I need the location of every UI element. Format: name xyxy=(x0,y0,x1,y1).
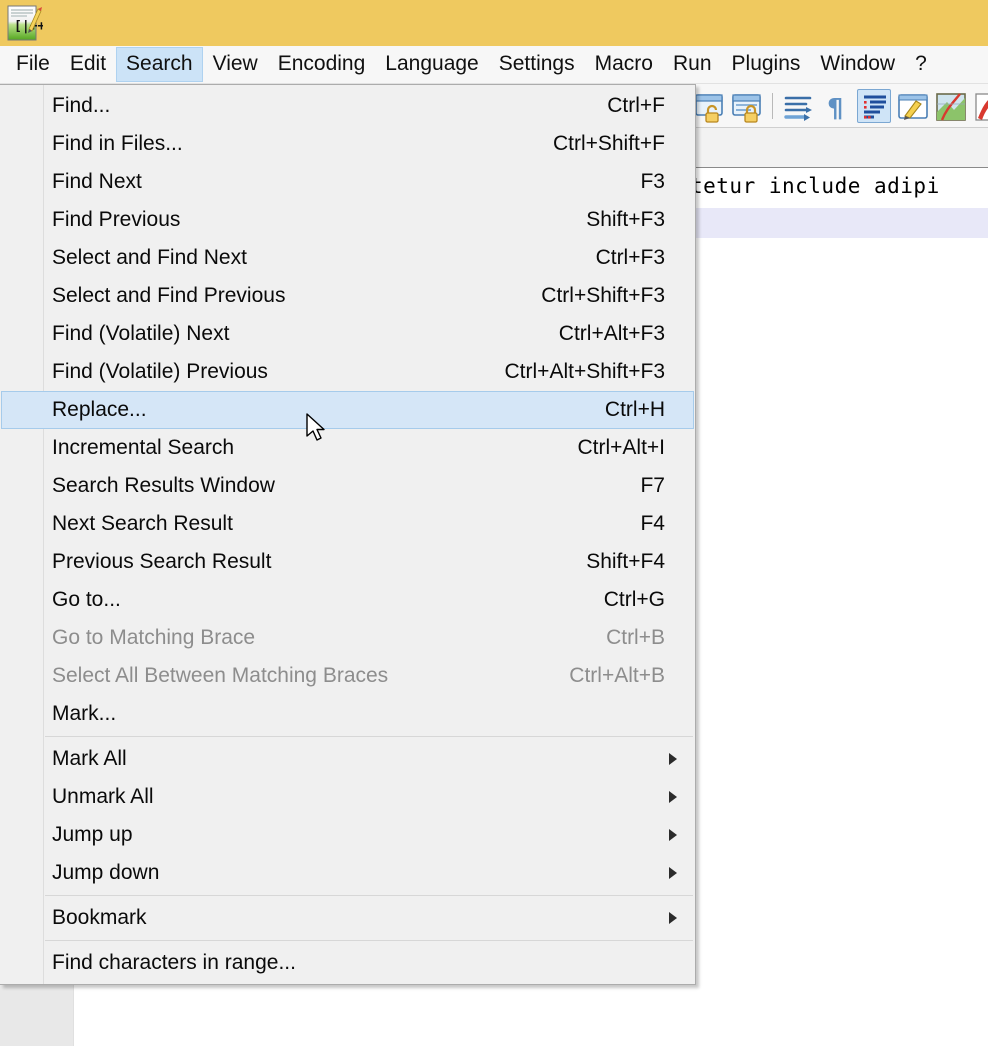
menu-item-label: Jump down xyxy=(52,861,160,884)
menu-item-shortcut: Shift+F4 xyxy=(586,550,665,573)
toolbar-icon-group: ¶ xyxy=(692,86,988,126)
word-wrap-icon[interactable] xyxy=(781,89,815,123)
menu-item-label: Search Results Window xyxy=(52,474,275,497)
menu-item-select-and-find-next[interactable]: Select and Find Next Ctrl+F3 xyxy=(1,239,694,277)
menu-separator xyxy=(45,895,693,896)
menubar-item-macro[interactable]: Macro xyxy=(585,47,663,82)
menu-item-label: Mark... xyxy=(52,702,117,725)
menu-separator xyxy=(45,736,693,737)
menu-item-shortcut: F7 xyxy=(640,474,665,497)
unlock-document-icon[interactable] xyxy=(692,89,726,123)
menu-item-shortcut: Ctrl+H xyxy=(604,398,665,421)
menubar-item-run[interactable]: Run xyxy=(663,47,722,82)
menu-item-shortcut: Ctrl+Shift+F3 xyxy=(541,284,665,307)
menubar-item-file[interactable]: File xyxy=(6,47,60,82)
menu-item-mark[interactable]: Mark... xyxy=(1,695,694,733)
menu-item-label: Mark All xyxy=(52,747,127,770)
menubar-item-search[interactable]: Search xyxy=(116,47,203,82)
menu-item-label: Replace... xyxy=(52,398,147,421)
menu-item-label: Select All Between Matching Braces xyxy=(52,664,389,687)
menu-bar: File Edit Search View Encoding Language Settin… xyxy=(0,46,988,84)
current-line-highlight xyxy=(690,208,988,238)
menu-item-shortcut: Ctrl+Alt+F3 xyxy=(558,322,665,345)
menu-item-search-results-window[interactable]: Search Results Window F7 xyxy=(1,467,694,505)
menu-item-mark-all[interactable]: Mark All xyxy=(1,740,694,778)
menu-item-incremental-search[interactable]: Incremental Search Ctrl+Alt+I xyxy=(1,429,694,467)
menu-item-shortcut: Shift+F3 xyxy=(586,208,665,231)
svg-text:¶: ¶ xyxy=(827,94,844,124)
submenu-arrow-icon xyxy=(669,912,677,924)
menu-item-label: Find... xyxy=(52,94,111,117)
menubar-item-encoding[interactable]: Encoding xyxy=(268,47,376,82)
menu-item-unmark-all[interactable]: Unmark All xyxy=(1,778,694,816)
menu-item-label: Previous Search Result xyxy=(52,550,272,573)
menu-item-go-to-matching-brace: Go to Matching Brace Ctrl+B xyxy=(1,619,694,657)
menu-item-jump-up[interactable]: Jump up xyxy=(1,816,694,854)
show-indent-guide-icon[interactable] xyxy=(857,89,891,123)
menu-item-label: Select and Find Previous xyxy=(52,284,286,307)
menu-item-find-in-files[interactable]: Find in Files... Ctrl+Shift+F xyxy=(1,125,694,163)
menu-item-shortcut: Ctrl+B xyxy=(606,626,665,649)
menu-item-label: Next Search Result xyxy=(52,512,233,535)
menu-item-label: Find (Volatile) Previous xyxy=(52,360,268,383)
menu-item-shortcut: Ctrl+F3 xyxy=(595,246,665,269)
menu-item-find-volatile-next[interactable]: Find (Volatile) Next Ctrl+Alt+F3 xyxy=(1,315,694,353)
menu-separator xyxy=(45,940,693,941)
menubar-item-plugins[interactable]: Plugins xyxy=(722,47,811,82)
menu-item-previous-search-result[interactable]: Previous Search Result Shift+F4 xyxy=(1,543,694,581)
menu-item-shortcut: Ctrl+F xyxy=(607,94,665,117)
menu-item-shortcut: Ctrl+Shift+F xyxy=(552,132,665,155)
menu-item-go-to[interactable]: Go to... Ctrl+G xyxy=(1,581,694,619)
menu-item-replace[interactable]: Replace... Ctrl+H xyxy=(1,391,694,429)
menu-item-bookmark[interactable]: Bookmark xyxy=(1,899,694,937)
menu-item-find-volatile-previous[interactable]: Find (Volatile) Previous Ctrl+Alt+Shift+F… xyxy=(1,353,694,391)
menubar-item-window[interactable]: Window xyxy=(810,47,905,82)
user-defined-language-icon[interactable] xyxy=(895,89,929,123)
submenu-arrow-icon xyxy=(669,829,677,841)
menubar-item-[interactable]: ? xyxy=(905,47,937,82)
menu-item-label: Find Next xyxy=(52,170,142,193)
menu-item-label: Go to Matching Brace xyxy=(52,626,256,649)
menu-item-shortcut: Ctrl+Alt+B xyxy=(569,664,665,687)
menubar-item-edit[interactable]: Edit xyxy=(60,47,116,82)
menubar-item-language[interactable]: Language xyxy=(375,47,488,82)
menu-item-shortcut: F3 xyxy=(640,170,665,193)
menu-item-label: Find (Volatile) Next xyxy=(52,322,230,345)
menu-item-select-all-between-matching-braces: Select All Between Matching Braces Ctrl+A… xyxy=(1,657,694,695)
show-all-characters-pilcrow-icon[interactable]: ¶ xyxy=(819,89,853,124)
notepad-plus-plus-icon: [|++ xyxy=(7,5,43,41)
lock-document-icon[interactable] xyxy=(730,89,764,123)
menu-item-find[interactable]: Find... Ctrl+F xyxy=(1,87,694,125)
menu-item-next-search-result[interactable]: Next Search Result F4 xyxy=(1,505,694,543)
submenu-arrow-icon xyxy=(669,753,677,765)
menubar-item-view[interactable]: View xyxy=(203,47,268,82)
menu-item-select-and-find-previous[interactable]: Select and Find Previous Ctrl+Shift+F3 xyxy=(1,277,694,315)
menubar-item-settings[interactable]: Settings xyxy=(489,47,585,82)
menu-item-label: Find characters in range... xyxy=(52,951,296,974)
menu-item-shortcut: Ctrl+Alt+Shift+F3 xyxy=(504,360,665,383)
editor-text-line: tetur include adipi xyxy=(690,174,940,198)
document-map-icon[interactable] xyxy=(933,89,967,123)
menu-item-label: Unmark All xyxy=(52,785,154,808)
menu-item-label: Incremental Search xyxy=(52,436,235,459)
function-list-icon[interactable]: f xyxy=(971,89,988,123)
toolbar-separator xyxy=(772,93,773,119)
submenu-arrow-icon xyxy=(669,867,677,879)
menu-item-shortcut: Ctrl+Alt+I xyxy=(577,436,665,459)
menu-item-find-previous[interactable]: Find Previous Shift+F3 xyxy=(1,201,694,239)
menu-item-shortcut: F4 xyxy=(640,512,665,535)
menu-item-label: Jump up xyxy=(52,823,133,846)
menu-item-find-characters-in-range[interactable]: Find characters in range... xyxy=(1,944,694,982)
title-bar: [|++ xyxy=(0,0,988,46)
menu-item-shortcut: Ctrl+G xyxy=(603,588,665,611)
search-dropdown-menu[interactable]: Find... Ctrl+F Find in Files... Ctrl+Shift+… xyxy=(0,84,696,985)
menu-item-label: Find Previous xyxy=(52,208,181,231)
menu-item-label: Go to... xyxy=(52,588,121,611)
menu-item-find-next[interactable]: Find Next F3 xyxy=(1,163,694,201)
menu-item-label: Bookmark xyxy=(52,906,147,929)
menu-item-label: Select and Find Next xyxy=(52,246,247,269)
menu-item-label: Find in Files... xyxy=(52,132,183,155)
submenu-arrow-icon xyxy=(669,791,677,803)
menu-item-jump-down[interactable]: Jump down xyxy=(1,854,694,892)
